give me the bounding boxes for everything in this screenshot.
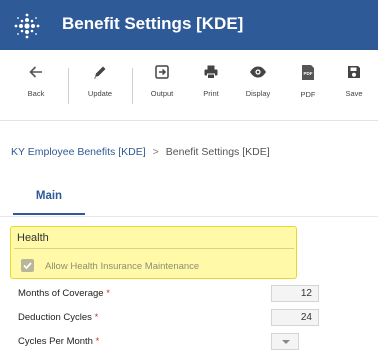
- required-marker: *: [94, 312, 99, 323]
- checkmark-icon: [23, 262, 32, 270]
- save-disk-icon: [348, 66, 360, 78]
- tab-divider: [0, 216, 378, 217]
- update-button[interactable]: Update: [80, 64, 120, 98]
- cycles-per-month-select[interactable]: [271, 333, 299, 350]
- allow-health-insurance-label: Allow Health Insurance Maintenance: [45, 261, 200, 272]
- deduction-cycles-label: Deduction Cycles *: [18, 312, 99, 323]
- allow-health-insurance-checkbox[interactable]: [21, 259, 34, 272]
- breadcrumb-separator: >: [152, 146, 159, 158]
- update-label: Update: [87, 89, 113, 98]
- save-button[interactable]: Save: [334, 64, 374, 98]
- cycles-per-month-label: Cycles Per Month *: [18, 336, 100, 347]
- breadcrumb-parent-link[interactable]: KY Employee Benefits [KDE]: [11, 146, 146, 158]
- required-marker: *: [95, 336, 100, 347]
- toolbar: Back Update Output Print Display PDF PDF…: [0, 50, 378, 121]
- printer-icon: [204, 65, 218, 79]
- required-marker: *: [106, 288, 110, 299]
- display-label: Display: [245, 89, 271, 98]
- output-label: Output: [150, 89, 174, 98]
- pencil-icon: [94, 66, 106, 79]
- tab-main[interactable]: Main: [13, 183, 85, 215]
- svg-text:PDF: PDF: [304, 71, 313, 76]
- section-title-health: Health: [17, 232, 49, 244]
- deduction-cycles-input[interactable]: 24: [271, 309, 319, 326]
- months-of-coverage-input[interactable]: 12: [271, 285, 319, 302]
- section-divider: [14, 248, 294, 249]
- chevron-down-icon: [282, 340, 290, 344]
- back-button[interactable]: Back: [16, 64, 56, 98]
- toolbar-divider: [68, 68, 69, 104]
- save-label: Save: [345, 89, 363, 98]
- breadcrumb: KY Employee Benefits [KDE] > Benefit Setti…: [11, 146, 270, 158]
- display-button[interactable]: Display: [238, 64, 278, 98]
- app-logo-icon: [14, 13, 40, 39]
- output-icon: [155, 65, 169, 79]
- pdf-file-icon: PDF: [302, 65, 314, 80]
- output-button[interactable]: Output: [142, 64, 182, 98]
- pdf-button[interactable]: PDF PDF: [288, 64, 328, 99]
- tab-active-indicator: [13, 213, 85, 215]
- arrow-left-icon: [29, 66, 42, 78]
- page-title: Benefit Settings [KDE]: [62, 14, 244, 33]
- tab-main-label: Main: [35, 190, 63, 202]
- toolbar-divider: [132, 68, 133, 104]
- months-of-coverage-label: Months of Coverage *: [18, 288, 110, 299]
- eye-icon: [250, 66, 266, 78]
- title-bar: Benefit Settings [KDE]: [0, 0, 378, 50]
- print-label: Print: [203, 89, 219, 98]
- breadcrumb-current: Benefit Settings [KDE]: [165, 146, 270, 158]
- print-button[interactable]: Print: [191, 64, 231, 98]
- back-label: Back: [27, 89, 45, 98]
- pdf-label: PDF: [300, 90, 316, 99]
